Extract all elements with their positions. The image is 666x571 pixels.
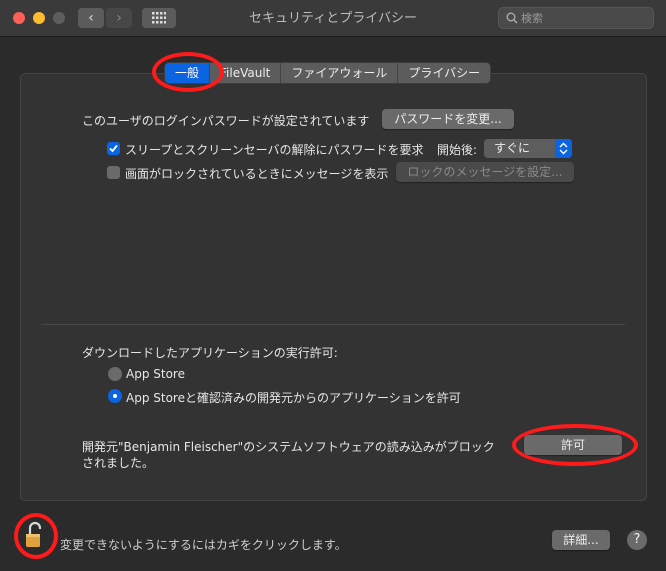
blocked-message-line2: されました。	[82, 456, 155, 470]
tab-bar: 一般 FileVault ファイアウォール プライバシー	[165, 63, 491, 83]
tab-firewall[interactable]: ファイアウォール	[281, 63, 399, 83]
tab-filevault[interactable]: FileVault	[210, 63, 282, 83]
tab-general[interactable]: 一般	[165, 63, 211, 83]
tab-privacy[interactable]: プライバシー	[398, 63, 490, 83]
lock-message-label: 画面がロックされているときにメッセージを表示	[125, 167, 389, 181]
start-after-select[interactable]: すぐに	[484, 139, 572, 158]
help-button[interactable]: ?	[627, 530, 647, 550]
password-set-text: このユーザのログインパスワードが設定されています	[82, 114, 370, 128]
allow-button[interactable]: 許可	[524, 435, 622, 455]
set-lock-message-button[interactable]: ロックのメッセージを設定...	[396, 162, 574, 182]
search-field[interactable]	[498, 7, 654, 29]
lock-hint-text: 変更できないようにするにはカギをクリックします。	[60, 538, 347, 552]
search-input[interactable]	[521, 10, 646, 26]
require-password-label: スリープとスクリーンセーバの解除にパスワードを要求	[125, 143, 424, 157]
downloads-heading: ダウンロードしたアプリケーションの実行許可:	[82, 346, 338, 360]
title-bar: ‹ › セキュリティとプライバシー	[0, 0, 666, 37]
start-after-value: すぐに	[494, 141, 531, 155]
change-password-button[interactable]: パスワードを変更...	[382, 109, 514, 129]
advanced-button[interactable]: 詳細...	[552, 530, 610, 550]
section-divider	[41, 324, 625, 325]
blocked-message-line1: 開発元"Benjamin Fleischer"のシステムソフトウェアの読み込みが…	[82, 440, 495, 454]
radio-app-store-label: App Store	[126, 367, 185, 381]
radio-app-store-identified[interactable]	[108, 389, 122, 403]
select-arrows-icon	[555, 139, 572, 158]
radio-app-store-identified-label: App Storeと確認済みの開発元からのアプリケーションを許可	[126, 391, 461, 405]
require-password-checkbox[interactable]	[107, 142, 120, 155]
checkmark-icon	[109, 144, 118, 153]
search-icon	[506, 12, 518, 24]
unlocked-padlock-icon[interactable]	[24, 520, 46, 550]
lock-message-checkbox[interactable]	[107, 166, 120, 179]
start-after-label: 開始後:	[437, 143, 478, 157]
radio-app-store[interactable]	[108, 367, 122, 381]
